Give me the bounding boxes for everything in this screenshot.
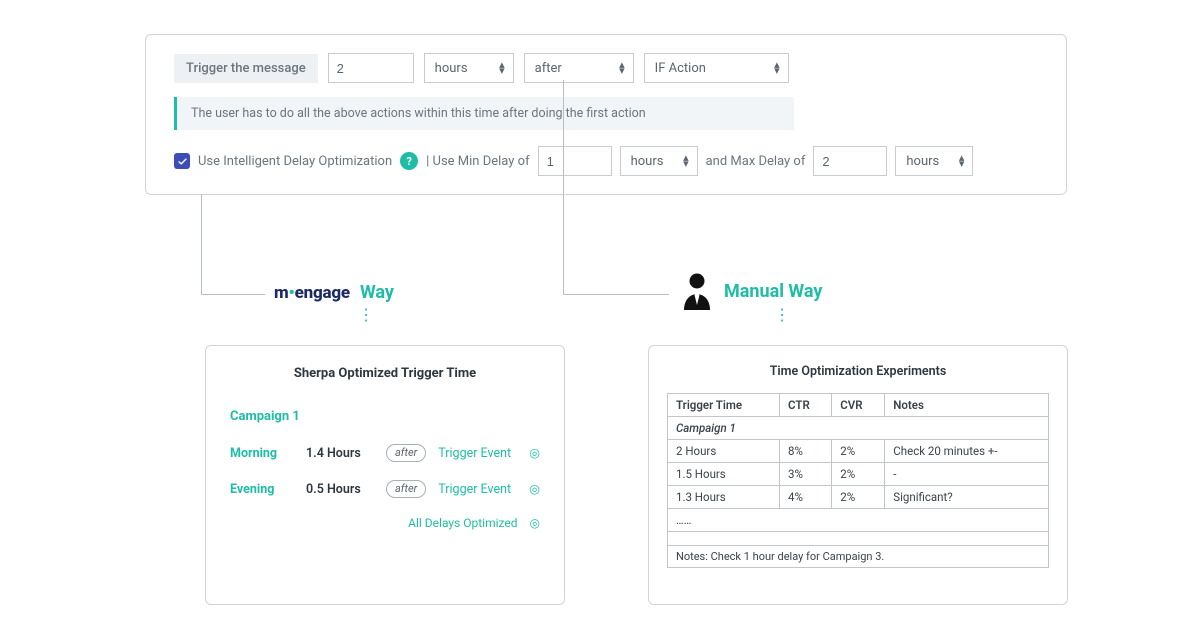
table-row: 2 Hours 8% 2% Check 20 minutes +- [668,440,1049,463]
ido-max-unit-value: hours [906,154,939,169]
sherpa-campaign-label: Campaign 1 [230,409,540,424]
check-circle-icon: ◎ [530,516,540,530]
help-icon[interactable]: ? [400,152,418,170]
chevron-updown-icon: ▴▾ [959,155,965,167]
sherpa-slot: Evening [230,482,294,497]
trigger-info-banner: The user has to do all the above actions… [174,97,794,130]
experiments-title: Time Optimization Experiments [667,364,1049,379]
moengage-way-header: m•engage Way [274,282,394,303]
col-trigger-time: Trigger Time [668,394,780,417]
manual-way-header: Manual Way [680,272,822,310]
connector-line [201,294,265,295]
trigger-unit-value: hours [435,61,468,76]
table-footer-note: Notes: Check 1 hour delay for Campaign 3… [668,546,1049,568]
person-icon [680,272,714,310]
chevron-updown-icon: ▴▾ [774,62,780,74]
trigger-relation-select[interactable]: after ▴▾ [524,53,634,83]
moengage-logo: m•engage [274,283,350,303]
col-ctr: CTR [780,394,832,417]
after-pill: after [386,480,426,498]
check-icon [177,156,188,167]
dots-icon: ⋮ [358,312,374,318]
connector-line [563,80,564,294]
sherpa-card: Sherpa Optimized Trigger Time Campaign 1… [205,345,565,605]
dots-icon: ⋮ [774,312,790,318]
trigger-value-input[interactable] [328,53,414,83]
table-caption: Campaign 1 [668,417,1049,440]
sherpa-slot: Morning [230,446,294,461]
check-circle-icon: ◎ [529,481,540,497]
table-row: 1.3 Hours 4% 2% Significant? [668,486,1049,509]
table-footer-note-row: Notes: Check 1 hour delay for Campaign 3… [668,546,1049,568]
sherpa-footer: All Delays Optimized ◎ [230,516,540,530]
after-pill: after [386,444,426,462]
col-cvr: CVR [832,394,885,417]
table-row: 1.5 Hours 3% 2% - [668,463,1049,486]
experiments-table: Campaign 1 Trigger Time CTR CVR Notes 2 … [667,393,1049,568]
ido-row: Use Intelligent Delay Optimization ? | U… [174,146,1038,176]
sherpa-event: Trigger Event [438,446,511,461]
sherpa-hours: 1.4 Hours [306,446,374,461]
trigger-condition-value: IF Action [655,61,706,76]
ido-mid-label: and Max Delay of [706,154,806,169]
moengage-way-label: Way [360,282,394,303]
col-notes: Notes [885,394,1049,417]
experiments-card: Time Optimization Experiments Campaign 1… [648,345,1068,605]
trigger-unit-select[interactable]: hours ▴▾ [424,53,514,83]
sherpa-card-title: Sherpa Optimized Trigger Time [230,366,540,381]
trigger-label: Trigger the message [174,54,318,83]
sherpa-event: Trigger Event [438,482,511,497]
chevron-updown-icon: ▴▾ [499,62,505,74]
ido-checkbox[interactable] [174,153,190,169]
trigger-config-panel: Trigger the message hours ▴▾ after ▴▾ IF… [145,34,1067,195]
trigger-row: Trigger the message hours ▴▾ after ▴▾ IF… [174,53,1038,83]
table-ellipsis-row: …… [668,509,1049,532]
table-header-row: Trigger Time CTR CVR Notes [668,394,1049,417]
ido-max-unit-select[interactable]: hours ▴▾ [895,146,973,176]
sherpa-footer-text: All Delays Optimized [408,516,517,530]
ido-min-unit-value: hours [631,154,664,169]
manual-way-label: Manual Way [724,281,822,302]
ido-label: Use Intelligent Delay Optimization [198,154,392,169]
connector-line [563,294,669,295]
connector-line [201,194,202,294]
sherpa-row: Morning 1.4 Hours after Trigger Event ◎ [230,444,540,462]
trigger-relation-value: after [535,61,562,76]
sherpa-hours: 0.5 Hours [306,482,374,497]
ido-max-input[interactable] [813,146,887,176]
check-circle-icon: ◎ [529,445,540,461]
sherpa-row: Evening 0.5 Hours after Trigger Event ◎ [230,480,540,498]
ido-min-input[interactable] [538,146,612,176]
table-blank-row [668,532,1049,546]
table-caption-row: Campaign 1 [668,417,1049,440]
ido-min-label: | Use Min Delay of [426,154,529,169]
chevron-updown-icon: ▴▾ [619,62,625,74]
trigger-condition-select[interactable]: IF Action ▴▾ [644,53,789,83]
chevron-updown-icon: ▴▾ [683,155,689,167]
ido-min-unit-select[interactable]: hours ▴▾ [620,146,698,176]
